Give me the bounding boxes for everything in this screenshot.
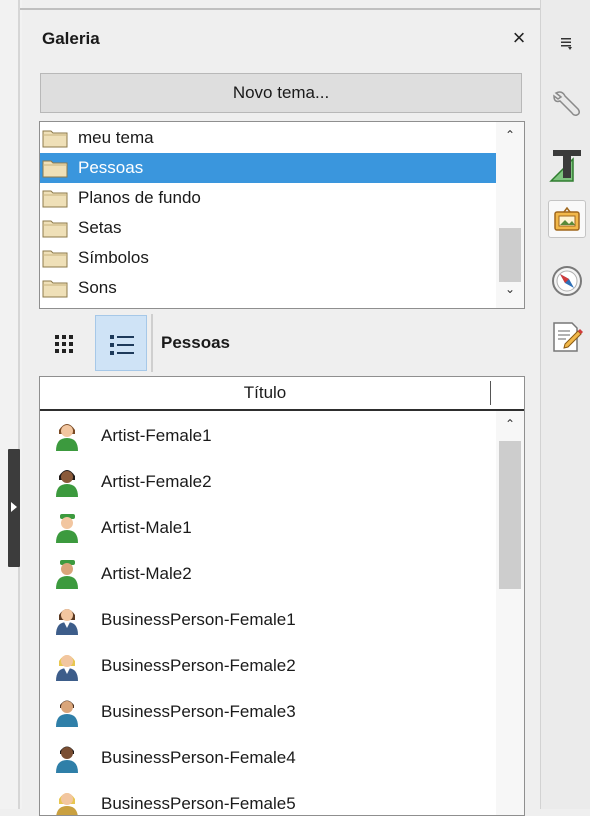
column-title: Título — [243, 383, 287, 402]
sidebar-menu-icon[interactable] — [560, 36, 574, 50]
theme-item-sons[interactable]: Sons — [40, 273, 496, 303]
item-label: Artist-Female1 — [101, 426, 212, 445]
business-female-avatar-icon — [56, 655, 78, 681]
list-item[interactable]: BusinessPerson-Female5 — [40, 781, 496, 815]
folder-icon — [42, 250, 68, 268]
item-label: BusinessPerson-Female4 — [101, 748, 296, 767]
manage-changes-tab[interactable] — [548, 318, 586, 356]
list-item[interactable]: BusinessPerson-Female4 — [40, 735, 496, 781]
folder-icon — [42, 220, 68, 238]
styles-icon — [549, 150, 581, 182]
folder-icon — [42, 130, 68, 148]
item-label: Artist-Male1 — [101, 518, 192, 537]
item-label: BusinessPerson-Female5 — [101, 794, 296, 813]
list-icon — [110, 335, 134, 355]
gallery-tab[interactable] — [548, 200, 586, 238]
theme-label: Pessoas — [78, 158, 144, 177]
item-label: Artist-Male2 — [101, 564, 192, 583]
item-label: Artist-Female2 — [101, 472, 212, 491]
page-edit-icon — [553, 322, 583, 352]
close-icon[interactable]: × — [508, 26, 530, 50]
top-divider — [20, 8, 540, 10]
detail-view-button[interactable] — [95, 315, 147, 371]
business-female-avatar-icon — [56, 700, 78, 727]
gallery-items-list[interactable]: Título Artist-Female1 Artist-Female2 Art… — [39, 376, 525, 816]
navigator-icon — [552, 266, 582, 296]
theme-item-simbolos[interactable]: Símbolos — [40, 243, 496, 273]
list-item[interactable]: Artist-Male1 — [40, 505, 496, 551]
artist-female-avatar-icon — [56, 424, 78, 451]
list-item[interactable]: Artist-Female2 — [40, 459, 496, 505]
scroll-up-icon[interactable]: ⌃ — [496, 417, 524, 431]
theme-item-setas[interactable]: Setas — [40, 213, 496, 243]
theme-label: Setas — [78, 218, 122, 237]
list-item[interactable]: BusinessPerson-Female2 — [40, 643, 496, 689]
new-theme-button[interactable]: Novo tema... — [40, 73, 522, 113]
theme-item-meu-tema[interactable]: meu tema — [40, 123, 496, 153]
theme-label: Sons — [78, 278, 117, 297]
navigator-tab[interactable] — [548, 262, 586, 300]
column-separator[interactable] — [490, 381, 491, 405]
themes-list[interactable]: meu tema Pessoas Planos de fundo Setas S… — [39, 121, 525, 309]
list-item[interactable]: BusinessPerson-Female3 — [40, 689, 496, 735]
styles-tab[interactable] — [548, 146, 586, 184]
theme-item-pessoas[interactable]: Pessoas — [40, 153, 496, 183]
list-item[interactable]: BusinessPerson-Female1 — [40, 597, 496, 643]
left-strip-border — [18, 0, 20, 809]
artist-male-avatar-icon — [56, 514, 78, 543]
view-toolbar-divider — [151, 314, 153, 372]
wrench-icon — [553, 91, 581, 116]
left-window-strip — [0, 0, 22, 809]
theme-label: Símbolos — [78, 248, 149, 267]
business-female-avatar-icon — [56, 746, 78, 773]
current-theme-name: Pessoas — [161, 333, 230, 352]
list-item[interactable]: Artist-Female1 — [40, 413, 496, 459]
item-label: BusinessPerson-Female1 — [101, 610, 296, 629]
theme-label: Planos de fundo — [78, 188, 201, 207]
panel-title: Galeria — [42, 29, 100, 48]
column-header[interactable]: Título — [40, 377, 524, 411]
properties-tab[interactable] — [548, 86, 586, 124]
themes-scrollbar[interactable]: ⌃ ⌄ — [496, 122, 524, 308]
item-label: BusinessPerson-Female3 — [101, 702, 296, 721]
theme-item-planos-de-fundo[interactable]: Planos de fundo — [40, 183, 496, 213]
item-label: BusinessPerson-Female2 — [101, 656, 296, 675]
gallery-icon — [554, 206, 580, 231]
icon-view-button[interactable] — [39, 315, 91, 371]
scroll-up-icon[interactable]: ⌃ — [496, 128, 524, 142]
folder-icon — [42, 160, 68, 178]
sidebar-collapse-handle[interactable] — [8, 449, 20, 567]
grid-icon — [55, 335, 73, 353]
items-scroll-thumb[interactable] — [499, 441, 521, 589]
artist-male-avatar-icon — [56, 560, 78, 589]
theme-label: meu tema — [78, 128, 154, 147]
collapse-arrow-icon — [11, 502, 17, 512]
list-item[interactable]: Artist-Male2 — [40, 551, 496, 597]
artist-female-avatar-icon — [56, 470, 78, 497]
folder-icon — [42, 190, 68, 208]
sidebar-tab-bar — [540, 0, 590, 809]
business-female-avatar-icon — [56, 793, 78, 815]
items-scrollbar[interactable]: ⌃ — [496, 411, 524, 815]
folder-icon — [42, 280, 68, 298]
themes-scroll-thumb[interactable] — [499, 228, 521, 282]
scroll-down-icon[interactable]: ⌄ — [496, 282, 524, 296]
business-female-avatar-icon — [56, 609, 78, 635]
